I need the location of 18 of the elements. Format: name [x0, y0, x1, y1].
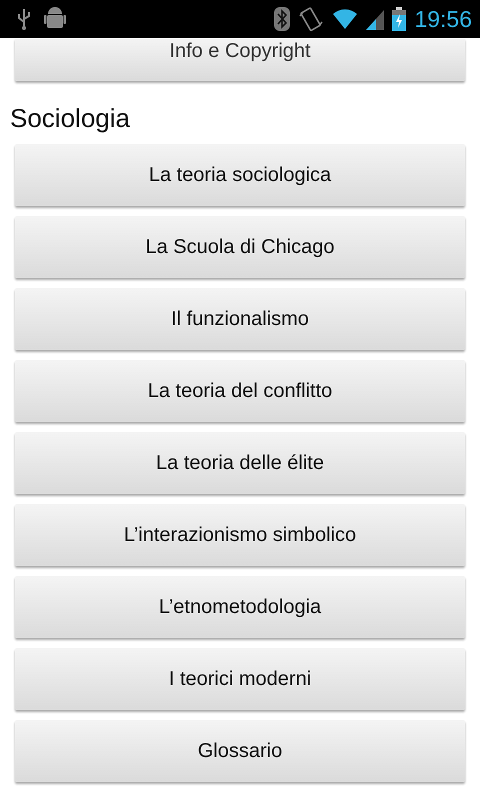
battery-charging-icon — [392, 7, 406, 31]
usb-icon — [16, 8, 32, 30]
bluetooth-icon — [274, 7, 290, 31]
topic-button[interactable]: I teorici moderni — [15, 648, 465, 710]
topic-button[interactable]: La teoria delle élite — [15, 432, 465, 494]
signal-icon — [366, 8, 384, 30]
vibrate-icon — [298, 6, 324, 32]
topic-button[interactable]: La Scuola di Chicago — [15, 216, 465, 278]
topic-button[interactable]: Il funzionalismo — [15, 288, 465, 350]
info-copyright-button[interactable]: Info e Copyright — [15, 38, 465, 81]
wifi-icon — [332, 8, 358, 30]
topic-button[interactable]: L’etnometodologia — [15, 576, 465, 638]
topic-button[interactable]: La teoria del conflitto — [15, 360, 465, 422]
topic-button[interactable]: La teoria sociologica — [15, 144, 465, 206]
topic-button[interactable]: Glossario — [15, 720, 465, 782]
topic-button[interactable]: L’interazionismo simbolico — [15, 504, 465, 566]
section-title: Sociologia — [10, 103, 131, 134]
clock-time: 19:56 — [414, 6, 472, 32]
